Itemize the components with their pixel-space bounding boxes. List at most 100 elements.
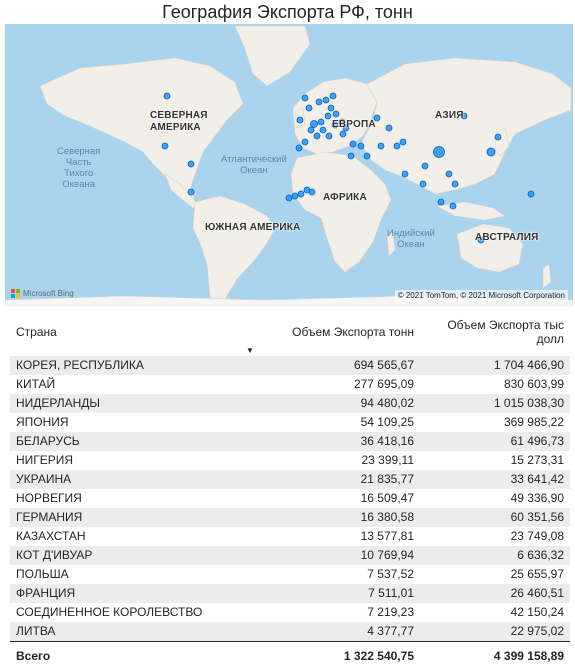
cell-volume-usd: 49 336,90 (420, 489, 570, 508)
land-africa (290, 151, 392, 273)
report-title: География Экспорта РФ, тонн (162, 2, 413, 22)
ocean-label-atlantic: Атлантический Океан (221, 154, 287, 176)
cell-country: ЯПОНИЯ (10, 413, 240, 432)
column-header-volume-tonnes[interactable]: Объем Экспорта тонн ▼ (240, 314, 420, 356)
cell-volume-tonnes: 13 577,81 (240, 527, 420, 546)
bing-attribution-label: Microsoft Bing (23, 289, 74, 298)
table-header-row: Страна Объем Экспорта тонн ▼ Объем Экспо… (10, 314, 570, 356)
table-row[interactable]: НИГЕРИЯ 23 399,11 15 273,31 (10, 451, 570, 470)
bubble-norway (315, 98, 323, 106)
cell-volume-usd: 26 460,51 (420, 584, 570, 603)
table-row[interactable]: КОРЕЯ, РЕСПУБЛИКА 694 565,67 1 704 466,90 (10, 356, 570, 375)
cell-volume-usd: 60 351,56 (420, 508, 570, 527)
table-row[interactable]: ЯПОНИЯ 54 109,25 369 985,22 (10, 413, 570, 432)
bubble-cote-divoire (297, 190, 305, 198)
table-row[interactable]: СОЕДИНЕННОЕ КОРОЛЕВСТВО 7 219,23 42 150,24 (10, 603, 570, 622)
cell-volume-tonnes: 4 377,77 (240, 622, 420, 642)
cell-volume-usd: 1 015 038,30 (420, 394, 570, 413)
bubble-france (307, 126, 315, 134)
cell-volume-usd: 42 150,24 (420, 603, 570, 622)
bubble-uk (296, 116, 304, 124)
cell-volume-usd: 33 641,42 (420, 470, 570, 489)
cell-volume-usd: 61 496,73 (420, 432, 570, 451)
cell-volume-usd: 23 749,08 (420, 527, 570, 546)
cell-volume-usd: 22 975,02 (420, 622, 570, 642)
cell-volume-tonnes: 7 511,01 (240, 584, 420, 603)
cell-volume-tonnes: 21 835,77 (240, 470, 420, 489)
continent-label-australia: АВСТРАЛИЯ (475, 232, 539, 243)
table-row[interactable]: ПОЛЬША 7 537,52 25 655,97 (10, 565, 570, 584)
table-row[interactable]: КАЗАХСТАН 13 577,81 23 749,08 (10, 527, 570, 546)
cell-volume-usd: 25 655,97 (420, 565, 570, 584)
cell-volume-tonnes: 16 380,58 (240, 508, 420, 527)
cell-country: НИГЕРИЯ (10, 451, 240, 470)
ocean-label-indian: Индийский Океан (387, 228, 435, 250)
bubble-japan (494, 133, 502, 141)
cell-country: НОРВЕГИЯ (10, 489, 240, 508)
bubble-poland (324, 112, 332, 120)
cell-country: УКРАИНА (10, 470, 240, 489)
cell-country: ПОЛЬША (10, 565, 240, 584)
cell-volume-tonnes: 7 219,23 (240, 603, 420, 622)
cell-country: КИТАЙ (10, 375, 240, 394)
cell-country: ФРАНЦИЯ (10, 584, 240, 603)
total-volume-usd: 4 399 158,89 (420, 641, 570, 667)
bubble-lithuania (327, 104, 335, 112)
total-volume-tonnes: 1 322 540,75 (240, 641, 420, 667)
table-row[interactable]: БЕЛАРУСЬ 36 418,16 61 496,73 (10, 432, 570, 451)
table-row[interactable]: ЛИТВА 4 377,77 22 975,02 (10, 622, 570, 642)
cell-country: КОТ Д'ИВУАР (10, 546, 240, 565)
bubble-germany (317, 118, 325, 126)
cell-volume-tonnes: 277 695,09 (240, 375, 420, 394)
cell-volume-tonnes: 694 565,67 (240, 356, 420, 375)
table-row[interactable]: ФРАНЦИЯ 7 511,01 26 460,51 (10, 584, 570, 603)
cell-volume-usd: 830 603,99 (420, 375, 570, 394)
microsoft-logo-icon (11, 289, 20, 298)
cell-country: СОЕДИНЕННОЕ КОРОЛЕВСТВО (10, 603, 240, 622)
column-header-volume-tonnes-label: Объем Экспорта тонн (292, 325, 414, 339)
column-header-volume-usd[interactable]: Объем Экспорта тыс долл (420, 314, 570, 356)
cell-country: БЕЛАРУСЬ (10, 432, 240, 451)
table-body: КОРЕЯ, РЕСПУБЛИКА 694 565,67 1 704 466,90 К… (10, 356, 570, 642)
cell-volume-tonnes: 7 537,52 (240, 565, 420, 584)
table-row[interactable]: НИДЕРЛАНДЫ 94 480,02 1 015 038,30 (10, 394, 570, 413)
cell-volume-usd: 1 704 466,90 (420, 356, 570, 375)
continent-label-africa: АФРИКА (323, 192, 367, 203)
cell-volume-tonnes: 36 418,16 (240, 432, 420, 451)
cell-country: КАЗАХСТАН (10, 527, 240, 546)
table-row[interactable]: КИТАЙ 277 695,09 830 603,99 (10, 375, 570, 394)
cell-volume-tonnes: 16 509,47 (240, 489, 420, 508)
land-asia (360, 57, 572, 195)
table-row[interactable]: ГЕРМАНИЯ 16 380,58 60 351,56 (10, 508, 570, 527)
total-label: Всего (10, 641, 240, 667)
cell-country: ГЕРМАНИЯ (10, 508, 240, 527)
cell-volume-tonnes: 94 480,02 (240, 394, 420, 413)
cell-country: КОРЕЯ, РЕСПУБЛИКА (10, 356, 240, 375)
table-total-row: Всего 1 322 540,75 4 399 158,89 (10, 641, 570, 667)
cell-country: НИДЕРЛАНДЫ (10, 394, 240, 413)
map-copyright: © 2021 TomTom, © 2021 Microsoft Corporat… (394, 290, 568, 301)
sort-descending-icon: ▼ (246, 346, 254, 355)
cell-volume-tonnes: 10 769,94 (240, 546, 420, 565)
bubble-belarus (332, 110, 340, 118)
continent-label-south-america: ЮЖНАЯ АМЕРИКА (205, 222, 301, 233)
land-greenland (234, 25, 311, 87)
cell-volume-tonnes: 23 399,11 (240, 451, 420, 470)
bubble-korea (486, 147, 496, 157)
table-row[interactable]: КОТ Д'ИВУАР 10 769,94 6 636,32 (10, 546, 570, 565)
cell-volume-usd: 15 273,31 (420, 451, 570, 470)
cell-volume-tonnes: 54 109,25 (240, 413, 420, 432)
continent-label-asia: АЗИЯ (435, 110, 464, 121)
cell-country: ЛИТВА (10, 622, 240, 642)
land-indonesia (436, 201, 506, 221)
ocean-label-north-pacific: Северная Часть Тихого Океана (57, 146, 101, 190)
bubble-netherlands (310, 120, 318, 128)
cell-volume-usd: 369 985,22 (420, 413, 570, 432)
export-map[interactable]: СЕВЕРНАЯ АМЕРИКА ЕВРОПА АЗИЯ АФРИКА ЮЖНА… (5, 24, 573, 306)
table-row[interactable]: НОРВЕГИЯ 16 509,47 49 336,90 (10, 489, 570, 508)
land-south-america (192, 195, 276, 306)
continent-label-europe: ЕВРОПА (332, 119, 376, 130)
bing-attribution[interactable]: Microsoft Bing (11, 289, 74, 298)
column-header-country[interactable]: Страна (10, 314, 240, 356)
table-row[interactable]: УКРАИНА 21 835,77 33 641,42 (10, 470, 570, 489)
